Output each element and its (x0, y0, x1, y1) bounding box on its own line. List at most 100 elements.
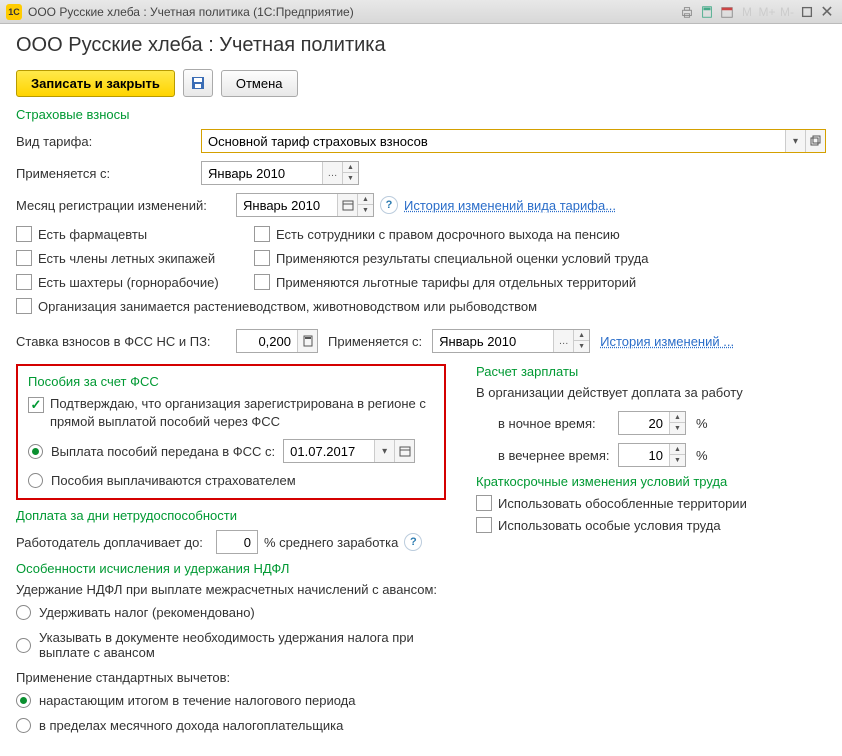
tariff-input-group: ▾ (201, 129, 826, 153)
toolbar: Записать и закрыть Отмена (16, 69, 826, 97)
spin-up[interactable]: ▲ (670, 444, 685, 455)
cb-confirm-region[interactable] (28, 397, 44, 413)
radio-insurer-label: Пособия выплачиваются страхователем (51, 473, 296, 488)
night-group: ▲▼ (618, 411, 686, 435)
history-link-2[interactable]: История изменений ... (600, 334, 734, 349)
reg-month-group: ▲▼ (236, 193, 374, 217)
cb-special-assessment-label: Применяются результаты специальной оценк… (276, 251, 648, 266)
section-disability: Доплата за дни нетрудоспособности (16, 508, 446, 523)
cb-special-conditions[interactable] (476, 517, 492, 533)
section-ndfl: Особенности исчисления и удержания НДФЛ (16, 561, 446, 576)
calendar-picker-icon[interactable] (394, 440, 414, 462)
spinner: ▲▼ (342, 162, 358, 184)
ellipsis-icon[interactable]: … (553, 330, 573, 352)
section-fss-benefits: Пособия за счет ФСС (28, 374, 434, 389)
cb-territories[interactable] (476, 495, 492, 511)
tariff-label: Вид тарифа: (16, 134, 201, 149)
cb-preferential[interactable] (254, 274, 270, 290)
dropdown-icon[interactable]: ▾ (785, 130, 805, 152)
employer-pays-group (216, 530, 258, 554)
calculator-picker-icon[interactable] (297, 330, 317, 352)
spin-up[interactable]: ▲ (358, 194, 373, 205)
radio-monthly-label: в пределах месячного дохода налогоплател… (39, 718, 343, 733)
maximize-icon[interactable] (798, 4, 816, 20)
cb-preferential-label: Применяются льготные тарифы для отдельны… (276, 275, 636, 290)
spin-down[interactable]: ▼ (358, 205, 373, 216)
save-close-button[interactable]: Записать и закрыть (16, 70, 175, 97)
help-icon[interactable]: ? (404, 533, 422, 551)
percent-sign: % (696, 416, 708, 431)
ndfl-deductions-label: Применение стандартных вычетов: (16, 670, 446, 685)
calendar-picker-icon[interactable] (337, 194, 357, 216)
transferred-date-input[interactable] (284, 440, 374, 462)
cb-miners[interactable] (16, 274, 32, 290)
cb-confirm-region-label: Подтверждаю, что организация зарегистрир… (50, 395, 434, 431)
fss-benefits-box: Пособия за счет ФСС Подтверждаю, что орг… (16, 364, 446, 500)
radio-cumulative[interactable] (16, 693, 31, 708)
reg-month-input[interactable] (237, 194, 337, 216)
cb-special-assessment[interactable] (254, 250, 270, 266)
radio-withhold[interactable] (16, 605, 31, 620)
cb-agriculture[interactable] (16, 298, 32, 314)
section-salary: Расчет зарплаты (476, 364, 826, 379)
cb-flight-crews[interactable] (16, 250, 32, 266)
night-input[interactable] (619, 412, 669, 434)
ellipsis-icon[interactable]: … (322, 162, 342, 184)
spin-down[interactable]: ▼ (670, 455, 685, 466)
radio-indicate-label: Указывать в документе необходимость удер… (39, 630, 446, 660)
fss-rate-label: Ставка взносов в ФСС НС и ПЗ: (16, 334, 236, 349)
extra-pay-label: В организации действует доплата за работ… (476, 385, 826, 400)
m-icon-3[interactable]: M- (778, 4, 796, 20)
employer-pays-input[interactable] (217, 531, 257, 553)
spin-up[interactable]: ▲ (670, 412, 685, 423)
close-icon[interactable]: ✕ (818, 4, 836, 20)
radio-insurer[interactable] (28, 473, 43, 488)
spinner: ▲▼ (573, 330, 589, 352)
history-link[interactable]: История изменений вида тарифа... (404, 198, 616, 213)
cancel-button[interactable]: Отмена (221, 70, 298, 97)
spinner: ▲▼ (669, 444, 685, 466)
cb-early-pension[interactable] (254, 226, 270, 242)
transferred-date-group: ▾ (283, 439, 415, 463)
fss-applies-label: Применяется с: (328, 334, 422, 349)
help-icon[interactable]: ? (380, 196, 398, 214)
save-button[interactable] (183, 69, 213, 97)
open-icon[interactable] (805, 130, 825, 152)
radio-monthly[interactable] (16, 718, 31, 733)
applies-from-input[interactable] (202, 162, 322, 184)
radio-transferred[interactable] (28, 444, 43, 459)
reg-month-label: Месяц регистрации изменений: (16, 198, 236, 213)
spinner: ▲▼ (357, 194, 373, 216)
spin-down[interactable]: ▼ (574, 341, 589, 352)
section-short-term: Краткосрочные изменения условий труда (476, 474, 826, 489)
fss-applies-group: … ▲▼ (432, 329, 590, 353)
dropdown-icon[interactable]: ▾ (374, 440, 394, 462)
fss-applies-input[interactable] (433, 330, 553, 352)
cb-flight-crews-label: Есть члены летных экипажей (38, 251, 215, 266)
spin-up[interactable]: ▲ (574, 330, 589, 341)
cb-agriculture-label: Организация занимается растениеводством,… (38, 299, 537, 314)
cb-pharmacists-label: Есть фармацевты (38, 227, 147, 242)
cb-territories-label: Использовать обособленные территории (498, 496, 747, 511)
evening-group: ▲▼ (618, 443, 686, 467)
fss-rate-input[interactable] (237, 330, 297, 352)
app-icon: 1C (6, 4, 22, 20)
spin-down[interactable]: ▼ (343, 173, 358, 184)
spin-down[interactable]: ▼ (670, 423, 685, 434)
calendar-icon[interactable] (718, 4, 736, 20)
titlebar: 1C ООО Русские хлеба : Учетная политика … (0, 0, 842, 24)
print-icon[interactable] (678, 4, 696, 20)
m-icon-2[interactable]: M+ (758, 4, 776, 20)
evening-input[interactable] (619, 444, 669, 466)
fss-rate-group (236, 329, 318, 353)
employer-pays-label: Работодатель доплачивает до: (16, 535, 216, 550)
m-icon-1[interactable]: M (738, 4, 756, 20)
evening-label: в вечернее время: (498, 448, 618, 463)
cb-pharmacists[interactable] (16, 226, 32, 242)
applies-from-group: … ▲▼ (201, 161, 359, 185)
section-insurance: Страховые взносы (16, 107, 826, 122)
calculator-icon[interactable] (698, 4, 716, 20)
tariff-input[interactable] (202, 130, 785, 152)
radio-indicate[interactable] (16, 638, 31, 653)
spin-up[interactable]: ▲ (343, 162, 358, 173)
